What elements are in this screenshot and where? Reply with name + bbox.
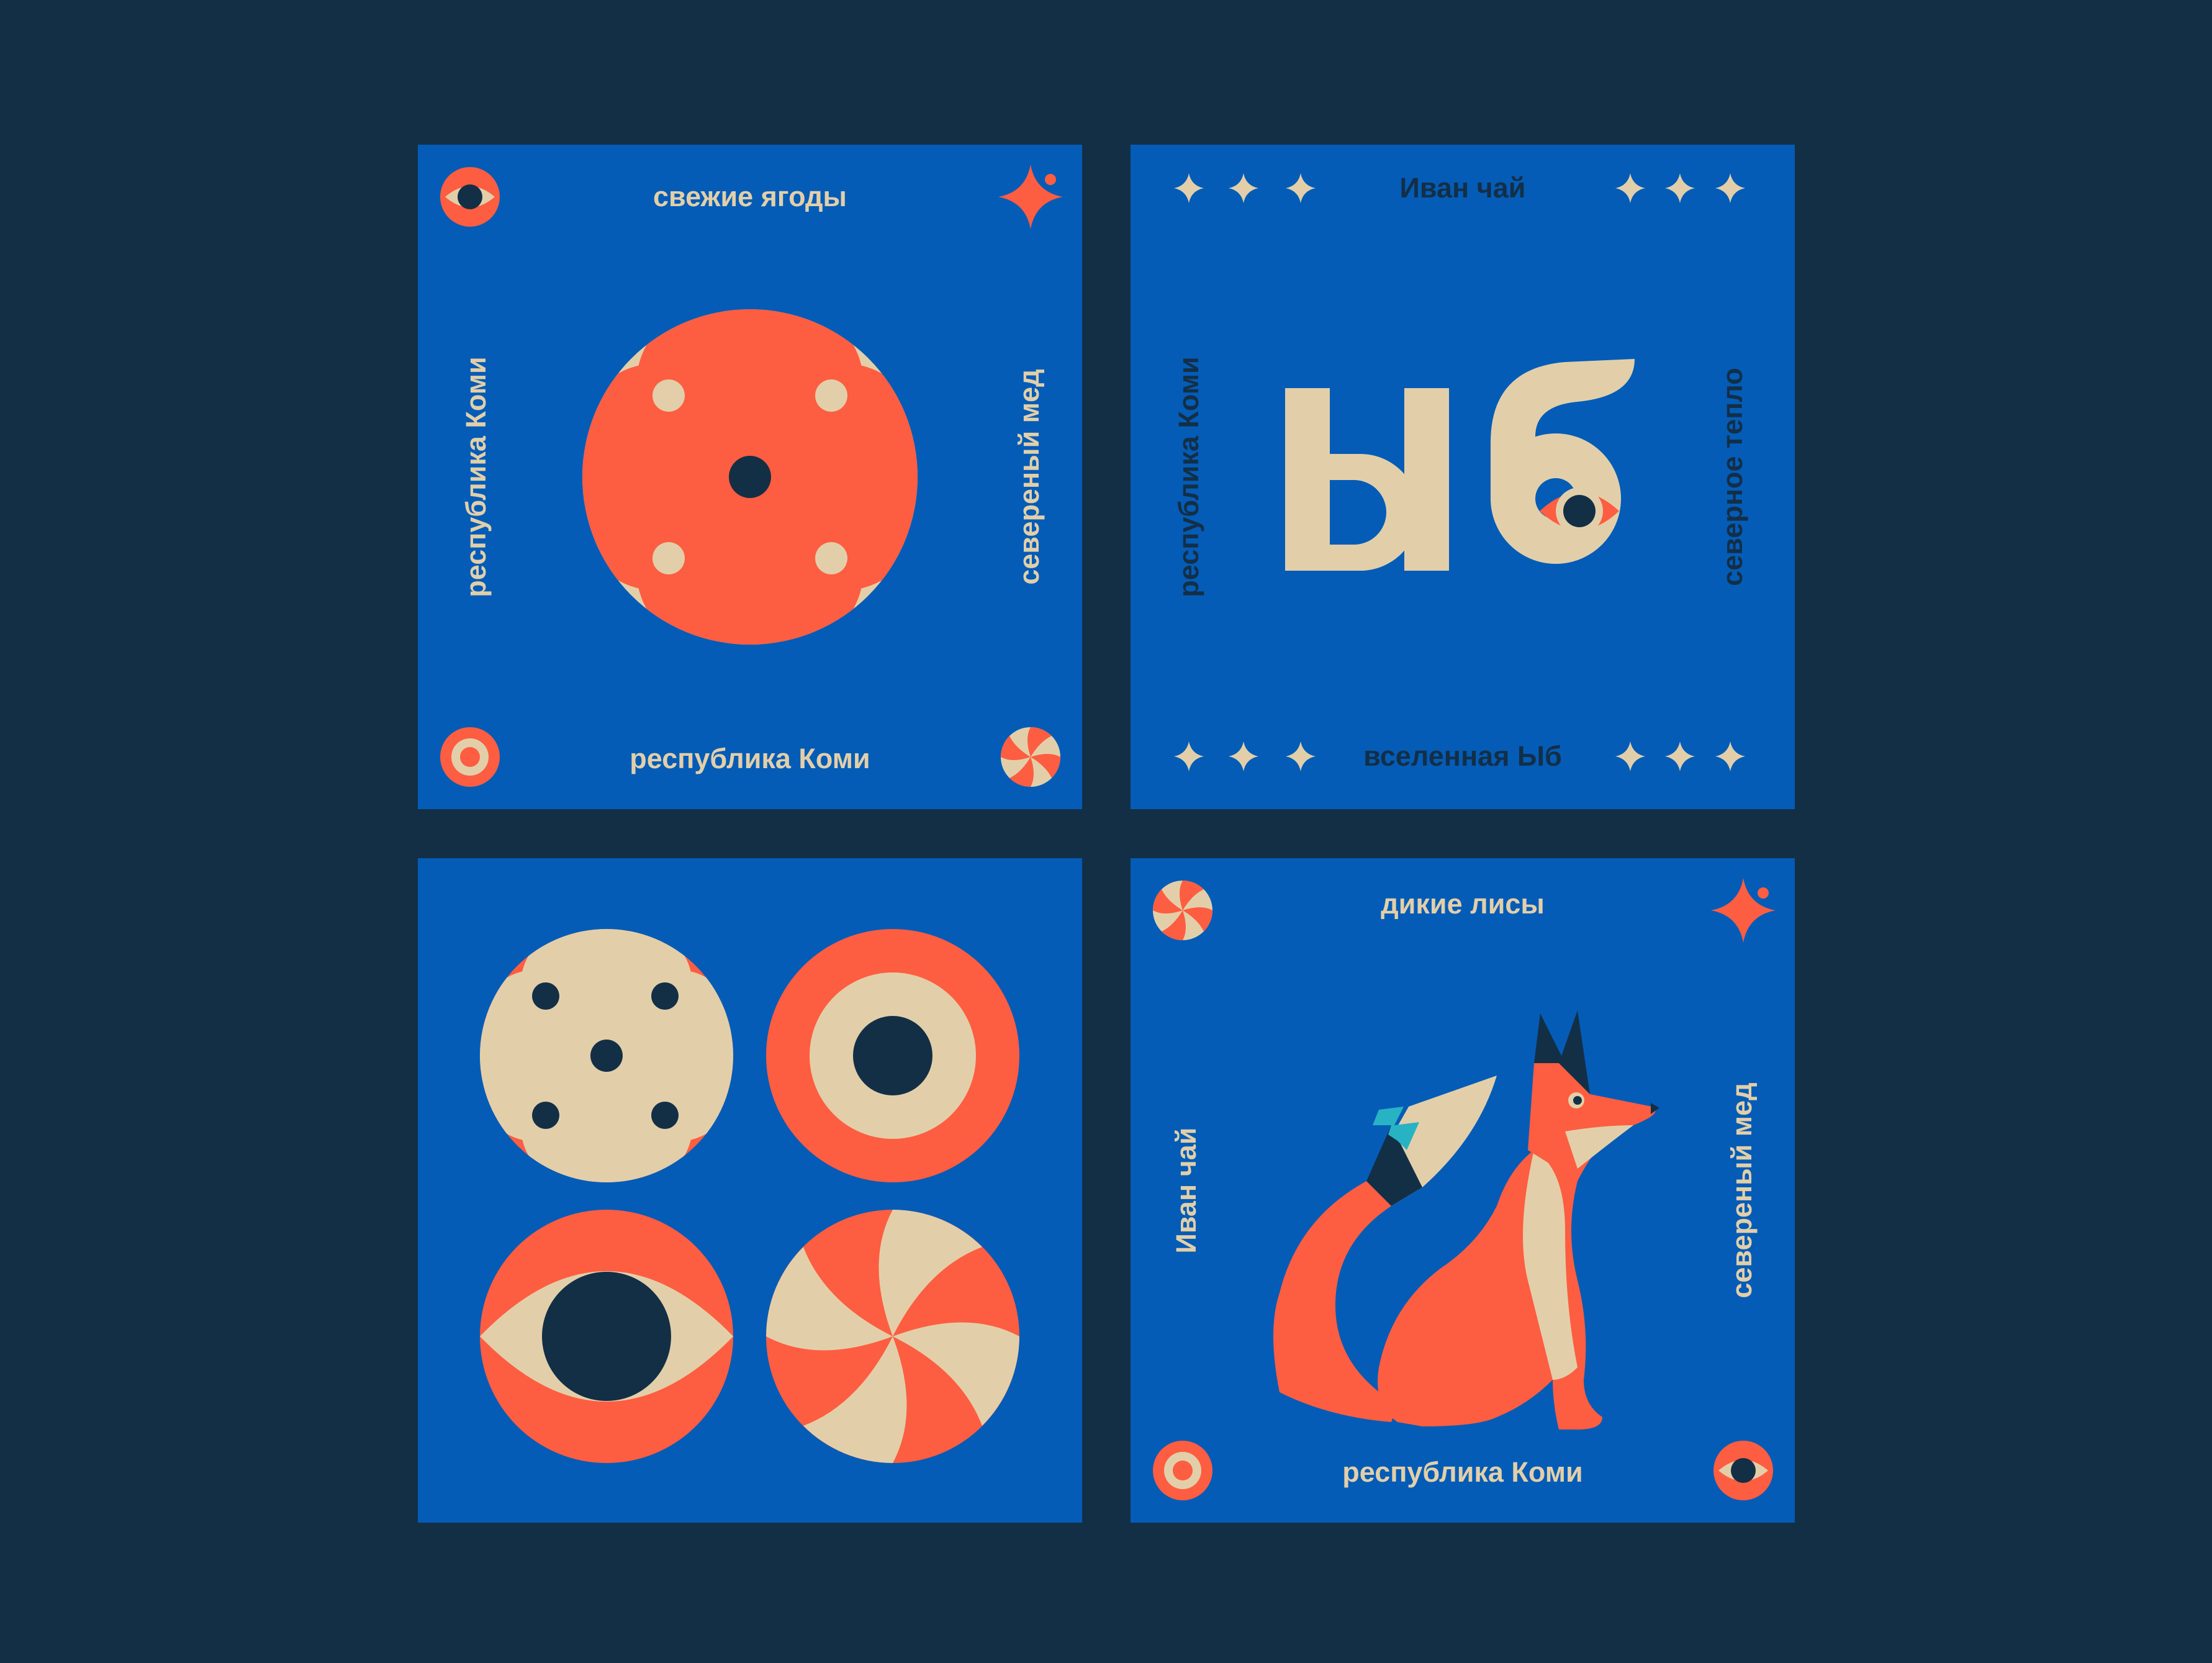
card-pattern-grid (418, 858, 1082, 1523)
eye-icon (1713, 1441, 1773, 1500)
card-left-label: республика Коми (460, 356, 492, 597)
target-medallion (766, 929, 1019, 1182)
star-icon (1615, 173, 1645, 203)
star-icon (1229, 173, 1258, 203)
star-icon (1174, 173, 1204, 203)
card-top-label: свежие ягоды (653, 181, 847, 212)
target-icon (440, 727, 500, 787)
swirl-icon (1000, 727, 1061, 787)
target-icon (1153, 1441, 1212, 1500)
sparkle-icon (1711, 878, 1776, 943)
star-icon (1615, 741, 1645, 771)
card-top-label: Иван чай (1399, 172, 1526, 204)
card-left-label: республика Коми (1173, 356, 1204, 597)
star-row-bottom-right (1615, 741, 1745, 771)
sparkle-icon (998, 165, 1063, 229)
star-row-top-left (1174, 173, 1316, 203)
card-left-label: Иван чай (1170, 1127, 1202, 1254)
star-icon (1229, 741, 1258, 771)
eye-medallion (480, 1210, 733, 1463)
eye-icon (440, 167, 500, 227)
card-pattern-graphics (480, 929, 1019, 1463)
star-icon (1665, 741, 1695, 771)
card-fox-graphics (1152, 878, 1776, 1500)
star-row-top-right (1615, 173, 1745, 203)
star-icon (1286, 173, 1316, 203)
card-bottom-label: республика Коми (630, 743, 870, 774)
card-top-label: дикие лисы (1381, 888, 1545, 920)
flower-medallion (480, 929, 733, 1182)
card-right-label: северeный мед (1726, 1082, 1758, 1298)
fox-illustration (1273, 1010, 1659, 1430)
star-icon (1665, 173, 1695, 203)
artboard: свежие ягоды республика Коми республика … (0, 0, 2212, 1663)
card-yb-letters: Иван чай вселенная Ыб республика Коми се… (1131, 145, 1795, 809)
swirl-icon (1152, 880, 1213, 941)
card-yb-graphics (1174, 173, 1745, 771)
card-bottom-label: вселенная Ыб (1363, 740, 1562, 772)
star-row-bottom-left (1174, 741, 1316, 771)
card-right-label: северное тепло (1717, 368, 1748, 586)
star-icon (1286, 741, 1316, 771)
star-icon (1715, 741, 1745, 771)
flower-medallion (582, 309, 918, 645)
card-berries-graphics (440, 165, 1063, 787)
card-fox: дикие лисы республика Коми Иван чай севе… (1131, 858, 1795, 1523)
card-bottom-label: республика Коми (1342, 1456, 1583, 1488)
card-berries: свежие ягоды республика Коми республика … (418, 145, 1082, 809)
star-icon (1174, 741, 1204, 771)
swirl-medallion (766, 1210, 1019, 1463)
star-icon (1715, 173, 1745, 203)
card-right-label: северeный мед (1013, 369, 1045, 585)
